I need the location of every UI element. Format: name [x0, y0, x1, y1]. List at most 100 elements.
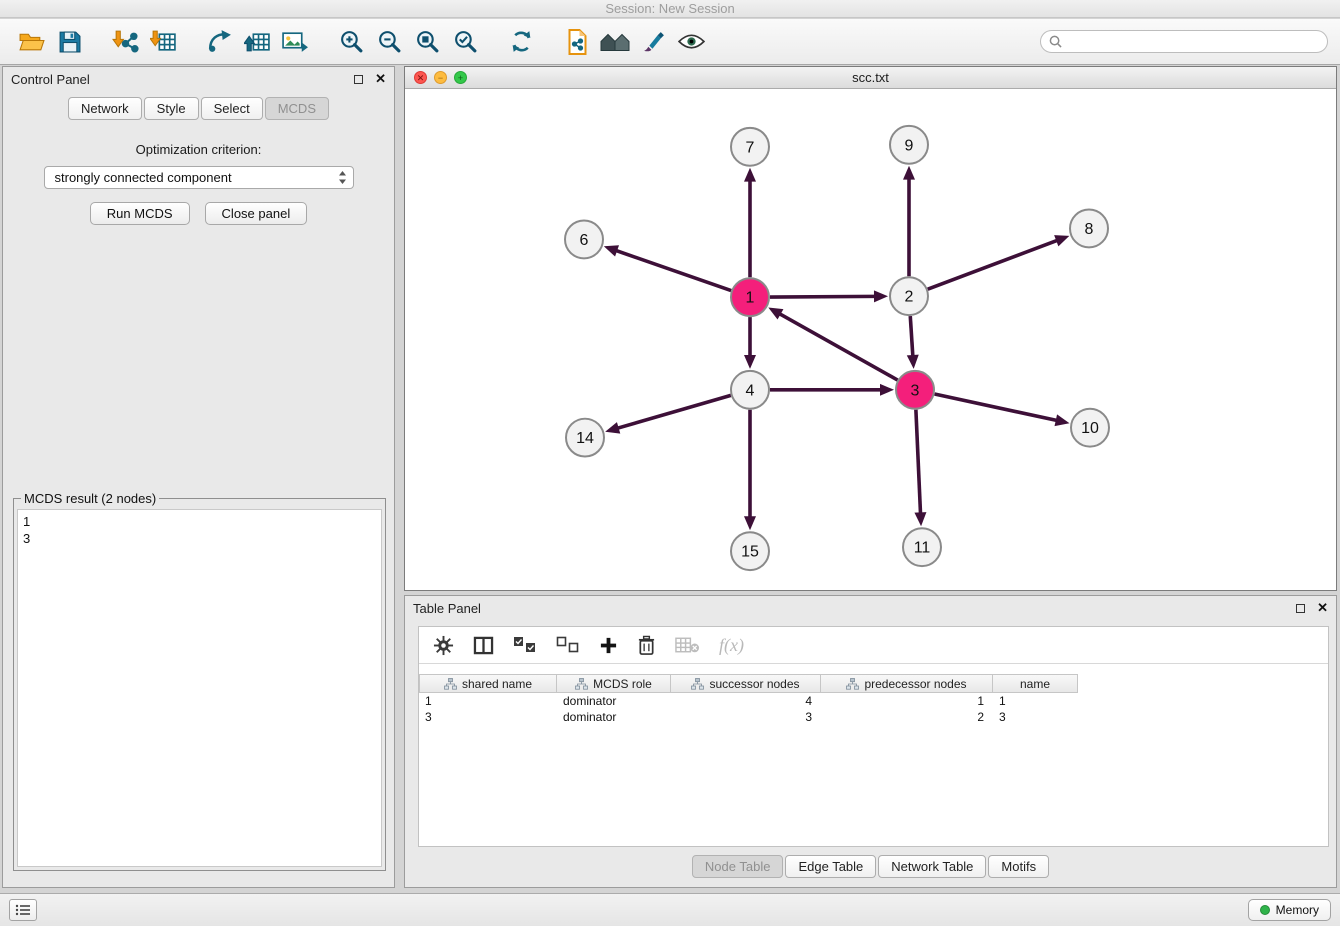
list-icon — [15, 904, 31, 916]
mcds-result-list[interactable]: 1 3 — [17, 509, 382, 867]
graph-node-3[interactable]: 3 — [896, 371, 934, 409]
add-column-button[interactable] — [599, 636, 618, 655]
graph-edge-4-15[interactable] — [744, 410, 756, 531]
graph-node-6[interactable]: 6 — [565, 220, 603, 258]
control-panel-header: Control Panel ✕ — [3, 67, 394, 91]
deselect-all-columns-button[interactable] — [556, 636, 580, 654]
style-brush-button[interactable] — [634, 23, 672, 61]
tab-motifs[interactable]: Motifs — [988, 855, 1049, 878]
new-network-icon — [206, 29, 233, 54]
graph-node-9[interactable]: 9 — [890, 126, 928, 164]
tab-mcds[interactable]: MCDS — [265, 97, 329, 120]
show-columns-button[interactable] — [473, 636, 494, 655]
cell-predecessor-nodes[interactable]: 2 — [821, 709, 993, 725]
cell-shared-name[interactable]: 3 — [419, 709, 557, 725]
tab-select[interactable]: Select — [201, 97, 263, 120]
optimization-criterion-label: Optimization criterion: — [3, 142, 394, 157]
tab-network[interactable]: Network — [68, 97, 142, 120]
float-table-panel-icon[interactable] — [1296, 604, 1305, 613]
zoom-fit-button[interactable] — [408, 23, 446, 61]
mcds-result-title: MCDS result (2 nodes) — [21, 491, 159, 506]
graph-edge-1-2[interactable] — [770, 290, 888, 302]
graph-node-11[interactable]: 11 — [903, 528, 941, 566]
tab-node-table[interactable]: Node Table — [692, 855, 784, 878]
select-all-columns-button[interactable] — [513, 636, 537, 654]
checked-boxes-icon — [513, 636, 537, 654]
save-session-button[interactable] — [50, 23, 88, 61]
show-hide-button[interactable] — [672, 23, 710, 61]
column-header-shared-name[interactable]: shared name — [419, 674, 557, 693]
close-panel-icon[interactable]: ✕ — [375, 73, 386, 85]
criterion-dropdown[interactable]: strongly connected component — [44, 166, 354, 189]
column-header-successor-nodes[interactable]: successor nodes — [671, 674, 821, 693]
graph-node-14[interactable]: 14 — [566, 419, 604, 457]
window-zoom-icon[interactable]: + — [454, 71, 467, 84]
graph-edge-4-3[interactable] — [770, 384, 894, 396]
zoom-out-button[interactable] — [370, 23, 408, 61]
zoom-in-button[interactable] — [332, 23, 370, 61]
graph-node-8[interactable]: 8 — [1070, 210, 1108, 248]
float-panel-icon[interactable] — [354, 75, 363, 84]
graph-node-label: 11 — [914, 540, 931, 557]
export-image-button[interactable] — [276, 23, 314, 61]
graph-node-2[interactable]: 2 — [890, 277, 928, 315]
search-box[interactable] — [1040, 30, 1328, 53]
window-close-icon[interactable]: ✕ — [414, 71, 427, 84]
cell-name[interactable]: 1 — [993, 693, 1078, 709]
graph-edge-1-4[interactable] — [744, 317, 756, 369]
graph-edge-3-1[interactable] — [768, 307, 897, 380]
search-input[interactable] — [1067, 34, 1319, 49]
graph-edge-3-11[interactable] — [914, 410, 926, 527]
graph-edge-2-3[interactable] — [907, 316, 919, 369]
mcds-panel-body: Optimization criterion: strongly connect… — [3, 142, 394, 225]
table-row[interactable]: 3 dominator 3 2 3 — [419, 709, 1328, 725]
column-header-mcds-role[interactable]: MCDS role — [557, 674, 671, 693]
tab-style[interactable]: Style — [144, 97, 199, 120]
tab-network-table[interactable]: Network Table — [878, 855, 986, 878]
graph-node-15[interactable]: 15 — [731, 532, 769, 570]
cell-successor-nodes[interactable]: 3 — [671, 709, 821, 725]
graph-node-label: 14 — [576, 430, 594, 447]
network-window-titlebar[interactable]: scc.txt ✕ − + — [405, 67, 1336, 89]
memory-button[interactable]: Memory — [1248, 899, 1331, 921]
delete-column-button[interactable] — [637, 635, 656, 656]
import-network-button[interactable] — [106, 23, 144, 61]
cell-successor-nodes[interactable]: 4 — [671, 693, 821, 709]
graph-node-4[interactable]: 4 — [731, 371, 769, 409]
import-table-button[interactable] — [144, 23, 182, 61]
export-table-button[interactable] — [238, 23, 276, 61]
graph-edge-3-10[interactable] — [935, 394, 1070, 426]
cell-name[interactable]: 3 — [993, 709, 1078, 725]
network-canvas[interactable]: 7 9 6 8 1 2 4 3 14 10 15 11 — [405, 90, 1336, 590]
table-settings-button[interactable] — [433, 635, 454, 656]
open-session-button[interactable] — [12, 23, 50, 61]
close-table-panel-icon[interactable]: ✕ — [1317, 602, 1328, 614]
graph-node-10[interactable]: 10 — [1071, 409, 1109, 447]
graph-edge-1-6[interactable] — [604, 245, 731, 290]
run-mcds-button[interactable]: Run MCDS — [90, 202, 190, 225]
graph-edge-2-8[interactable] — [928, 235, 1070, 289]
cell-shared-name[interactable]: 1 — [419, 693, 557, 709]
cell-mcds-role[interactable]: dominator — [557, 693, 671, 709]
graph-node-7[interactable]: 7 — [731, 128, 769, 166]
zoom-selected-button[interactable] — [446, 23, 484, 61]
close-panel-button[interactable]: Close panel — [205, 202, 308, 225]
first-neighbors-button[interactable] — [596, 23, 634, 61]
graph-edge-2-9[interactable] — [903, 166, 915, 277]
table-row[interactable]: 1 dominator 4 1 1 — [419, 693, 1328, 709]
column-header-name[interactable]: name — [993, 674, 1078, 693]
apply-layout-button[interactable] — [502, 23, 540, 61]
network-file-button[interactable] — [558, 23, 596, 61]
cell-predecessor-nodes[interactable]: 1 — [821, 693, 993, 709]
window-minimize-icon[interactable]: − — [434, 71, 447, 84]
graph-edge-4-14[interactable] — [605, 395, 731, 433]
new-network-button[interactable] — [200, 23, 238, 61]
cell-mcds-role[interactable]: dominator — [557, 709, 671, 725]
mcds-result-line: 3 — [23, 530, 376, 547]
task-history-button[interactable] — [9, 899, 37, 921]
graph-node-1[interactable]: 1 — [731, 278, 769, 316]
zoom-out-icon — [377, 29, 402, 54]
tab-edge-table[interactable]: Edge Table — [785, 855, 876, 878]
graph-edge-1-7[interactable] — [744, 168, 756, 278]
column-header-predecessor-nodes[interactable]: predecessor nodes — [821, 674, 993, 693]
